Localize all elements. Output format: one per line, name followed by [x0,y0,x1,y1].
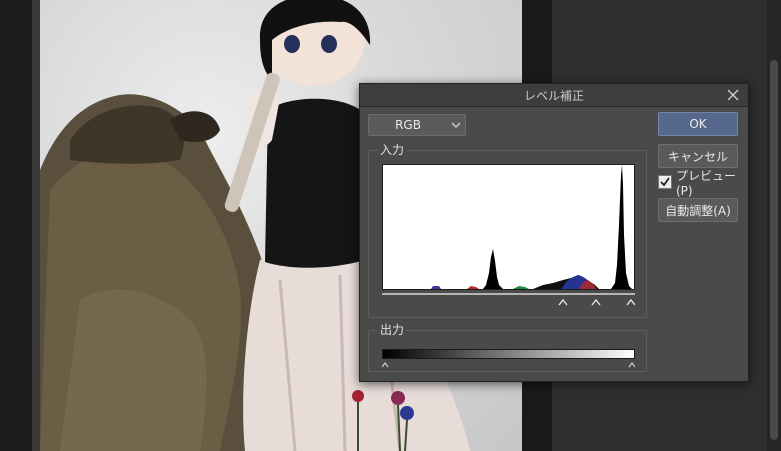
levels-dialog: レベル補正 RGB 入力 出力 OK キャンセル プレビュー(P) 自動調整(A… [359,83,749,382]
channel-select[interactable]: RGB [368,114,466,136]
slider-handle-icon [626,298,636,306]
output-level-slider[interactable] [381,358,636,368]
left-panel [0,0,40,451]
dialog-titlebar[interactable]: レベル補正 [360,84,748,107]
input-group: 入力 [368,143,647,318]
input-level-slider[interactable] [382,291,636,311]
scrollbar-thumb[interactable] [770,60,778,440]
close-icon[interactable] [724,86,742,104]
slider-handle-icon [558,298,568,306]
slider-handle-icon [591,298,601,306]
scrollbar[interactable] [767,0,781,451]
checkmark-icon [660,177,670,187]
auto-adjust-button[interactable]: 自動調整(A) [658,198,738,222]
histogram [382,164,635,290]
panel-edge [32,0,40,451]
preview-toggle[interactable]: プレビュー(P) [658,169,748,198]
dialog-title: レベル補正 [523,88,584,103]
input-group-label: 入力 [377,143,408,157]
output-group: 出力 [368,323,647,372]
preview-label: プレビュー(P) [676,168,737,198]
slider-handle-icon [628,362,636,368]
preview-checkbox[interactable] [658,175,672,189]
cancel-button[interactable]: キャンセル [658,144,738,168]
output-group-label: 出力 [377,323,408,337]
chevron-down-icon [447,122,465,128]
slider-handle-icon [381,362,389,368]
ok-button[interactable]: OK [658,112,738,136]
channel-select-value: RGB [395,118,421,132]
